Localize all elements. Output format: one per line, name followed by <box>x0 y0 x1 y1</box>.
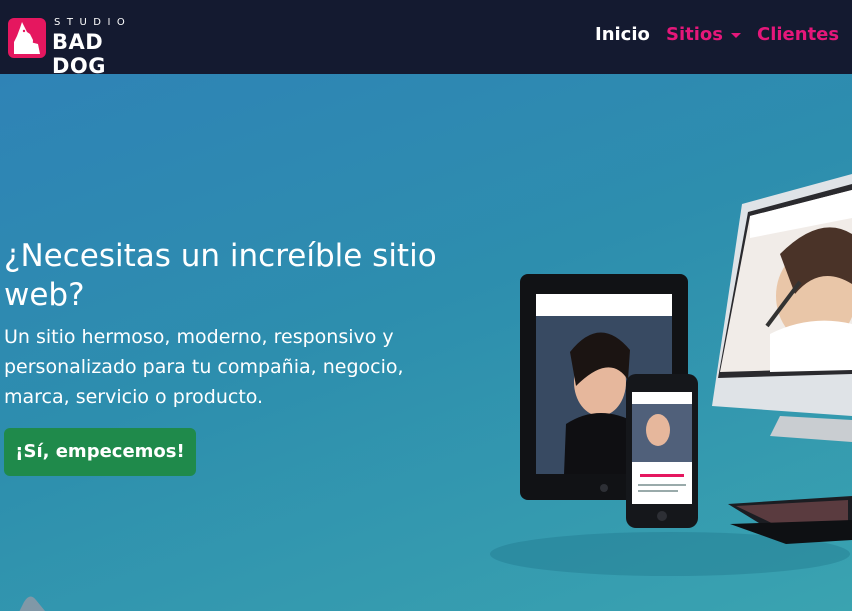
nav-link-inicio[interactable]: Inicio <box>595 24 650 45</box>
devices-mockup-image <box>490 174 852 576</box>
brand-studio-text: STUDIO <box>54 17 132 28</box>
navbar: STUDIO BAD DOG Inicio Sitios Clientes <box>0 0 852 78</box>
caret-down-icon <box>731 32 741 38</box>
phone-device <box>626 374 698 528</box>
nav-link-clientes[interactable]: Clientes <box>757 24 839 45</box>
hero-title: ¿Necesitas un increíble sitio web? <box>4 238 437 313</box>
cta-button[interactable]: ¡Sí, empecemos! <box>4 428 196 476</box>
decorative-shape <box>19 596 45 611</box>
brand-name: BAD DOG <box>52 30 107 78</box>
desktop-monitor <box>712 174 852 442</box>
brand-logo[interactable]: STUDIO BAD DOG <box>8 15 153 78</box>
nav-link-sitios-label: Sitios <box>666 24 723 45</box>
hero-subtitle: Un sitio hermoso, moderno, responsivo y … <box>4 326 404 408</box>
dog-icon <box>8 18 46 58</box>
hero-section: ¿Necesitas un increíble sitio web? Un si… <box>0 74 852 611</box>
nav-link-sitios[interactable]: Sitios <box>666 24 741 45</box>
